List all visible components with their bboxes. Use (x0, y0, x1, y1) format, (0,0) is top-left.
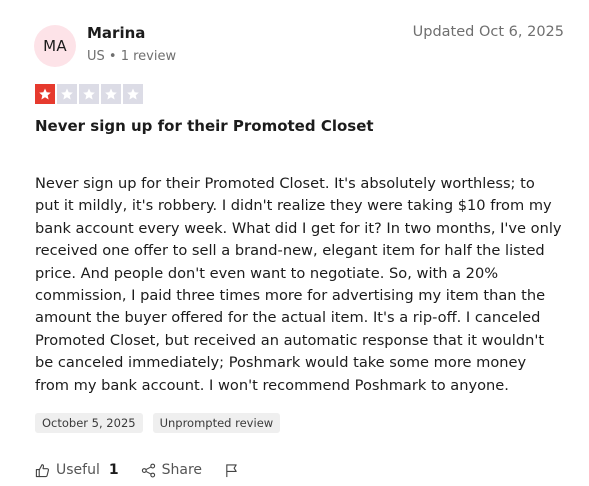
review-body-line: from my bank account. I won't recommend … (35, 376, 509, 394)
useful-label: Useful (56, 462, 100, 478)
share-button[interactable]: Share (141, 462, 202, 478)
review-body-line: Promoted Closet, but received an automat… (35, 331, 545, 349)
date-tag: October 5, 2025 (35, 413, 143, 433)
report-button[interactable] (224, 463, 239, 478)
share-icon (141, 463, 155, 477)
star-empty-icon (123, 84, 143, 104)
useful-count: 1 (108, 462, 119, 478)
unprompted-tag: Unprompted review (152, 413, 281, 433)
star-empty-icon (57, 84, 77, 104)
review-body-line: Never sign up for their Promoted Closet.… (35, 175, 535, 192)
avatar-initials: MA (43, 37, 67, 55)
review-body: Never sign up for their Promoted Closet.… (35, 173, 565, 397)
star-empty-icon (79, 84, 99, 104)
updated-date: Updated Oct 6, 2025 (412, 24, 564, 40)
review-body-line: price. And people don't even want to neg… (35, 264, 499, 282)
review-body-line: be canceled immediately; Poshmark would … (35, 354, 527, 372)
reviewer-name[interactable]: Marina (87, 24, 145, 42)
review-title: Never sign up for their Promoted Closet (35, 117, 374, 135)
review-actions: Useful 1 Share (35, 462, 261, 478)
review-body-line: received one offer to sell a brand-new, … (35, 242, 545, 260)
review-body-line: put it mildly, it's robbery. I didn't re… (35, 197, 552, 215)
share-label: Share (161, 462, 203, 478)
review-body-line: bank account every week. What did I get … (35, 219, 562, 237)
avatar: MA (34, 25, 76, 67)
useful-button[interactable]: Useful 1 (35, 462, 119, 478)
flag-icon (226, 463, 237, 477)
star-filled-icon (35, 84, 55, 104)
reviewer-meta: US • 1 review (87, 49, 177, 64)
star-rating (35, 84, 143, 104)
review-tags: October 5, 2025 Unprompted review (35, 413, 281, 433)
review-body-line: amount the buyer offered for the actual … (35, 309, 541, 327)
star-empty-icon (101, 84, 121, 104)
review-body-line: commission, I paid three times more for … (35, 287, 546, 305)
thumbs-up-icon (35, 463, 50, 477)
